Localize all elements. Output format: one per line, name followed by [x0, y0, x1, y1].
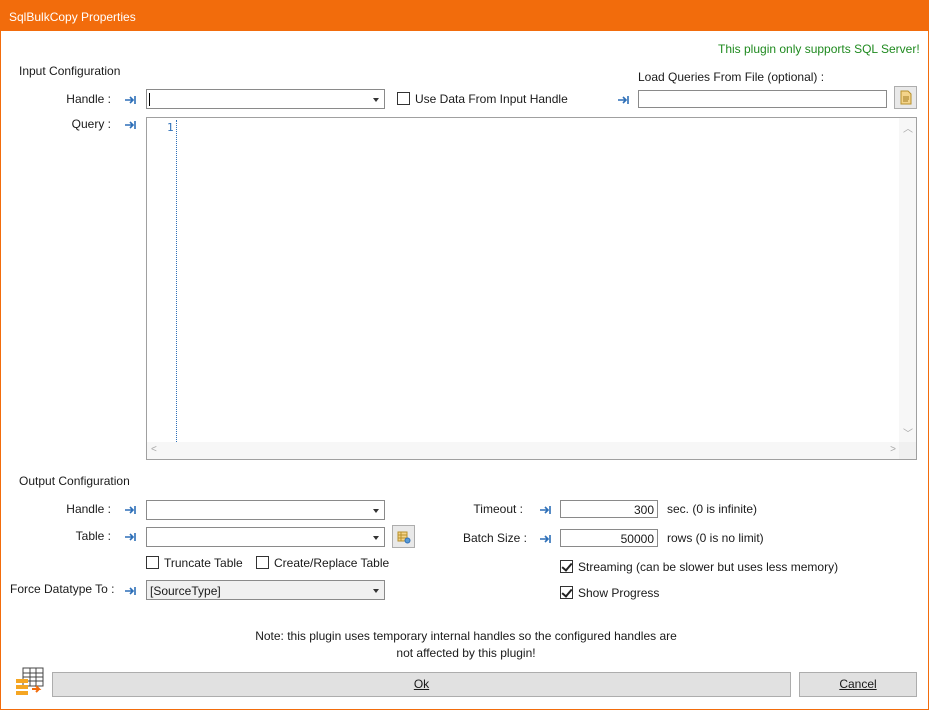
pin-arrow-icon[interactable] — [124, 95, 138, 105]
truncate-table-checkbox[interactable] — [146, 556, 159, 569]
pin-arrow-icon[interactable] — [539, 534, 553, 544]
show-progress-checkbox[interactable] — [560, 586, 573, 599]
window-title: SqlBulkCopy Properties — [9, 10, 136, 24]
horizontal-scrollbar[interactable]: < > — [147, 442, 900, 459]
table-lookup-icon — [397, 531, 411, 544]
chevron-down-icon — [373, 98, 379, 102]
note-line-1: Note: this plugin uses temporary interna… — [255, 629, 677, 643]
cancel-label: Cancel — [839, 677, 877, 691]
input-handle-label: Handle : — [66, 92, 111, 106]
chevron-right-icon[interactable]: > — [890, 444, 896, 455]
input-config-heading: Input Configuration — [19, 64, 121, 78]
scrollbar-corner — [899, 442, 916, 459]
ok-label: Ok — [413, 677, 430, 691]
open-file-icon — [900, 90, 912, 105]
query-label: Query : — [71, 117, 111, 131]
force-datatype-combo[interactable]: [SourceType] — [146, 580, 385, 600]
gutter-divider — [176, 120, 177, 442]
force-datatype-value: [SourceType] — [150, 584, 221, 598]
sql-server-notice: This plugin only supports SQL Server! — [718, 42, 920, 56]
batch-size-value: 50000 — [620, 532, 654, 546]
timeout-label: Timeout : — [473, 502, 523, 516]
output-config-heading: Output Configuration — [19, 474, 130, 488]
create-replace-checkbox[interactable] — [256, 556, 269, 569]
handles-note: Note: this plugin uses temporary interna… — [231, 628, 701, 662]
create-replace-label: Create/Replace Table — [274, 556, 390, 570]
dialog-window: SqlBulkCopy Properties This plugin only … — [0, 0, 929, 710]
pin-arrow-icon[interactable] — [124, 505, 138, 515]
chevron-left-icon[interactable]: < — [151, 444, 157, 455]
truncate-table-label: Truncate Table — [164, 556, 243, 570]
chevron-down-icon[interactable]: ﹀ — [903, 425, 913, 440]
pin-arrow-icon[interactable] — [617, 95, 631, 105]
timeout-input[interactable]: 300 — [560, 500, 658, 518]
plugin-table-icon — [16, 667, 44, 695]
query-editor[interactable]: 1 ︿ ﹀ < > — [146, 117, 917, 460]
output-handle-combo[interactable] — [146, 500, 385, 520]
batch-size-hint: rows (0 is no limit) — [667, 531, 764, 545]
streaming-label: Streaming (can be slower but uses less m… — [578, 560, 839, 574]
chevron-up-icon[interactable]: ︿ — [903, 120, 913, 135]
streaming-checkbox[interactable] — [560, 560, 573, 573]
ok-button[interactable]: Ok — [52, 672, 791, 697]
table-label: Table : — [75, 529, 111, 543]
chevron-down-icon — [373, 589, 379, 593]
timeout-hint: sec. (0 is infinite) — [667, 502, 758, 516]
load-queries-label: Load Queries From File (optional) : — [638, 70, 825, 84]
table-combo[interactable] — [146, 527, 385, 547]
input-handle-combo[interactable] — [146, 89, 385, 109]
pin-arrow-icon[interactable] — [124, 532, 138, 542]
title-bar[interactable]: SqlBulkCopy Properties — [1, 1, 928, 31]
browse-file-button[interactable] — [894, 86, 917, 109]
output-handle-label: Handle : — [66, 502, 111, 516]
pin-arrow-icon[interactable] — [124, 120, 138, 130]
use-data-checkbox[interactable] — [397, 92, 410, 105]
batch-size-label: Batch Size : — [462, 531, 527, 545]
force-datatype-label: Force Datatype To : — [10, 582, 115, 596]
use-data-label: Use Data From Input Handle — [415, 92, 568, 106]
timeout-value: 300 — [633, 503, 654, 517]
load-queries-input[interactable] — [638, 90, 887, 108]
chevron-down-icon — [373, 509, 379, 513]
pin-arrow-icon[interactable] — [124, 586, 138, 596]
batch-size-input[interactable]: 50000 — [560, 529, 658, 547]
text-caret — [149, 93, 150, 106]
chevron-down-icon — [373, 536, 379, 540]
show-progress-label: Show Progress — [578, 586, 660, 600]
table-lookup-button[interactable] — [392, 525, 415, 548]
note-line-2: not affected by this plugin! — [396, 646, 536, 660]
vertical-scrollbar[interactable]: ︿ ﹀ — [899, 118, 916, 442]
line-number: 1 — [167, 121, 174, 134]
cancel-button[interactable]: Cancel — [799, 672, 917, 697]
pin-arrow-icon[interactable] — [539, 505, 553, 515]
